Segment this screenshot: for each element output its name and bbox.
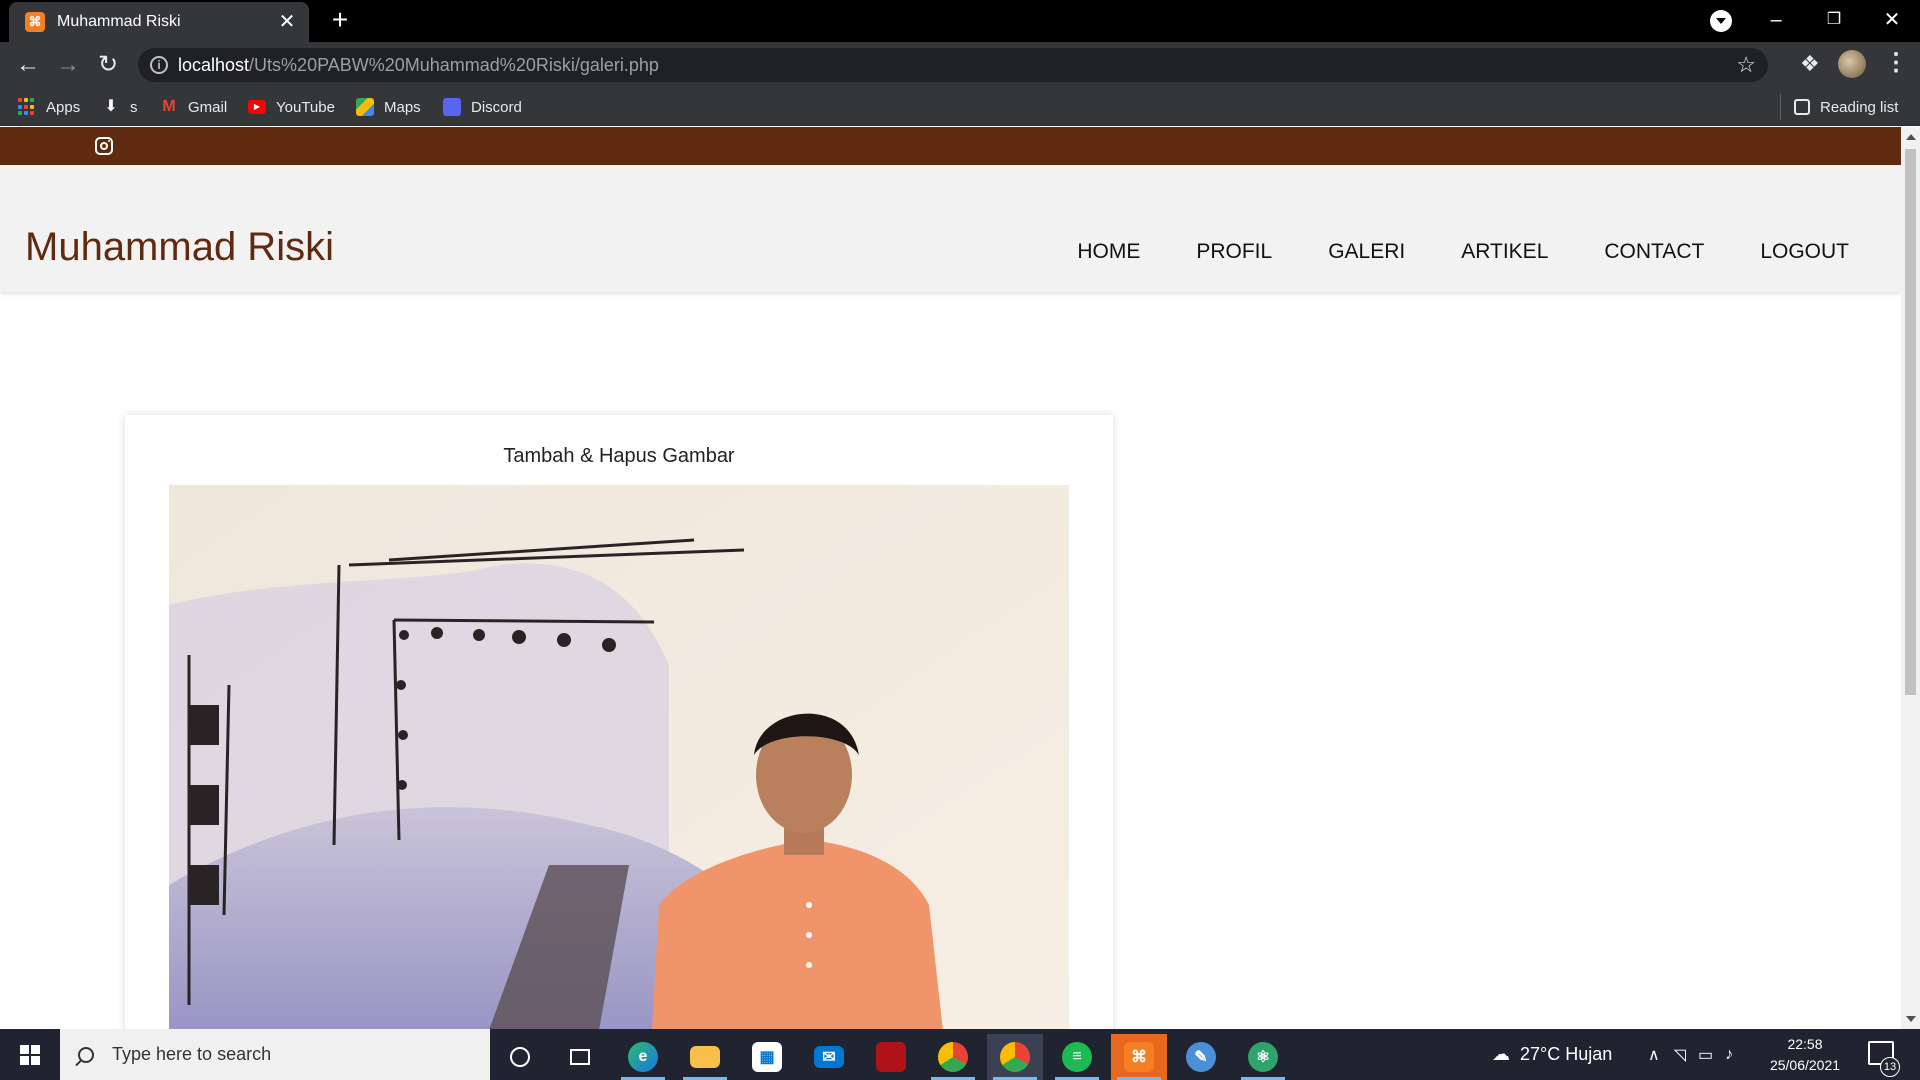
bookmark-youtube[interactable]: ▶ YouTube <box>248 96 335 118</box>
url-host: localhost <box>178 55 250 75</box>
scroll-thumb[interactable] <box>1905 149 1916 695</box>
battery-icon[interactable]: ▭ <box>1698 1045 1713 1065</box>
gmail-icon: M <box>162 98 176 115</box>
cortana-icon[interactable] <box>492 1034 548 1080</box>
weather-text: 27°C Hujan <box>1520 1044 1613 1064</box>
reading-list-label: Reading list <box>1820 98 1899 116</box>
nav-galeri[interactable]: GALERI <box>1328 240 1405 264</box>
social-topbar <box>0 127 1901 165</box>
main-nav: HOME PROFIL GALERI ARTIKEL CONTACT LOGOU… <box>1077 240 1849 264</box>
window-close-icon[interactable]: ✕ <box>1864 0 1920 40</box>
clock-time: 22:58 <box>1787 1036 1823 1052</box>
site-brand[interactable]: Muhammad Riski <box>25 225 334 270</box>
page-viewport: Muhammad Riski HOME PROFIL GALERI ARTIKE… <box>0 127 1920 1029</box>
instagram-icon[interactable] <box>95 137 113 155</box>
forward-icon[interactable]: → <box>54 51 82 79</box>
chrome-profile-icon[interactable] <box>987 1034 1043 1080</box>
gallery-photo <box>169 485 1069 1029</box>
paint-icon[interactable]: ✎ <box>1173 1034 1229 1080</box>
close-tab-icon[interactable]: ✕ <box>275 12 299 32</box>
restore-icon[interactable]: ❐ <box>1806 0 1862 40</box>
nav-artikel[interactable]: ARTIKEL <box>1461 240 1548 264</box>
nav-home[interactable]: HOME <box>1077 240 1140 264</box>
browser-toolbar: ← → ↻ i localhost/Uts%20PABW%20Muhammad%… <box>0 42 1920 88</box>
bookmark-label: YouTube <box>276 98 335 116</box>
browser-menu-icon[interactable]: ⋮ <box>1884 48 1908 77</box>
nav-contact[interactable]: CONTACT <box>1604 240 1704 264</box>
notification-count: 13 <box>1880 1057 1900 1077</box>
bookmark-label: Apps <box>46 98 81 116</box>
nav-logout[interactable]: LOGOUT <box>1760 240 1849 264</box>
scroll-up-icon[interactable] <box>1906 134 1916 140</box>
app-red-icon[interactable] <box>863 1034 919 1080</box>
volume-icon[interactable]: ♪ <box>1725 1046 1733 1064</box>
chrome-icon[interactable] <box>925 1034 981 1080</box>
browser-tab[interactable]: ⌘ Muhammad Riski ✕ <box>9 2 309 42</box>
youtube-icon: ▶ <box>248 100 266 114</box>
clock-date: 25/06/2021 <box>1769 1057 1841 1073</box>
tray-expand-icon[interactable]: ∧ <box>1648 1045 1660 1065</box>
site-header: Muhammad Riski HOME PROFIL GALERI ARTIKE… <box>0 165 1901 292</box>
site-info-icon[interactable]: i <box>150 56 168 74</box>
nav-profil[interactable]: PROFIL <box>1196 240 1272 264</box>
discord-icon <box>443 98 461 116</box>
bookmark-apps[interactable]: Apps <box>18 96 80 118</box>
edge-icon[interactable]: e <box>615 1034 671 1080</box>
xampp-taskbar-icon[interactable]: ⌘ <box>1111 1034 1167 1080</box>
profile-avatar[interactable] <box>1838 50 1866 78</box>
store-icon[interactable]: ▦ <box>739 1034 795 1080</box>
mail-icon[interactable]: ✉ <box>801 1034 857 1080</box>
search-placeholder: Type here to search <box>112 1044 272 1064</box>
file-explorer-icon[interactable] <box>677 1034 733 1080</box>
bookmark-maps[interactable]: Maps <box>356 96 421 118</box>
page-scrollbar[interactable] <box>1901 127 1920 1029</box>
bookmark-star-icon[interactable]: ☆ <box>1736 52 1756 78</box>
bookmarks-bar: Apps ⬇ s M Gmail ▶ YouTube Maps Discord … <box>0 88 1920 126</box>
tab-search-icon[interactable] <box>1710 10 1732 32</box>
search-icon <box>78 1046 94 1063</box>
bookmark-label: Gmail <box>188 98 228 116</box>
address-bar[interactable]: i localhost/Uts%20PABW%20Muhammad%20Risk… <box>138 48 1768 82</box>
taskbar-search[interactable]: Type here to search <box>60 1029 490 1080</box>
maps-icon <box>356 98 374 116</box>
gallery-card-title[interactable]: Tambah & Hapus Gambar <box>125 445 1113 468</box>
wifi-icon[interactable]: ◹ <box>1674 1045 1686 1065</box>
atom-icon[interactable]: ⚛ <box>1235 1034 1291 1080</box>
apps-grid-icon <box>18 98 36 116</box>
system-tray: ∧ ◹ ▭ ♪ <box>1648 1029 1733 1080</box>
extensions-puzzle-icon[interactable]: ❖ <box>1800 51 1820 77</box>
reading-list-icon <box>1794 99 1810 115</box>
xampp-icon: ⌘ <box>25 12 45 32</box>
url-text: localhost/Uts%20PABW%20Muhammad%20Riski/… <box>178 55 659 76</box>
spotify-icon[interactable]: ≡ <box>1049 1034 1105 1080</box>
tab-strip: ⌘ Muhammad Riski ✕ + – ❐ ✕ <box>0 0 1920 42</box>
windows-logo-icon <box>20 1044 40 1065</box>
gallery-card: Tambah & Hapus Gambar <box>125 415 1113 1029</box>
windows-taskbar: Type here to search e ▦ ✉ ≡ ⌘ ✎ ⚛ ☁ 27°C… <box>0 1029 1920 1080</box>
bookmark-label: Maps <box>384 98 421 116</box>
minimize-icon[interactable]: – <box>1748 0 1804 40</box>
reading-list-button[interactable]: Reading list <box>1794 96 1898 118</box>
weather-cloud-icon: ☁ <box>1492 1044 1510 1064</box>
taskbar-clock[interactable]: 22:58 25/06/2021 <box>1760 1034 1850 1076</box>
tab-title: Muhammad Riski <box>57 13 181 30</box>
bookmark-divider <box>1780 94 1781 120</box>
bookmark-label: Discord <box>471 98 522 116</box>
url-path: /Uts%20PABW%20Muhammad%20Riski/galeri.ph… <box>249 55 659 75</box>
scroll-down-icon[interactable] <box>1906 1016 1916 1022</box>
back-icon[interactable]: ← <box>14 51 42 79</box>
bookmark-s[interactable]: ⬇ s <box>102 96 138 118</box>
task-view-icon[interactable] <box>552 1034 608 1080</box>
bookmark-discord[interactable]: Discord <box>443 96 522 118</box>
download-icon: ⬇ <box>104 98 118 115</box>
new-tab-icon[interactable]: + <box>325 6 355 36</box>
bookmark-gmail[interactable]: M Gmail <box>160 96 227 118</box>
gallery-photo-illustration <box>169 485 1069 1029</box>
start-button[interactable] <box>0 1029 60 1080</box>
weather-widget[interactable]: ☁ 27°C Hujan <box>1492 1029 1612 1080</box>
reload-icon[interactable]: ↻ <box>94 51 122 79</box>
bookmark-label: s <box>130 98 138 116</box>
